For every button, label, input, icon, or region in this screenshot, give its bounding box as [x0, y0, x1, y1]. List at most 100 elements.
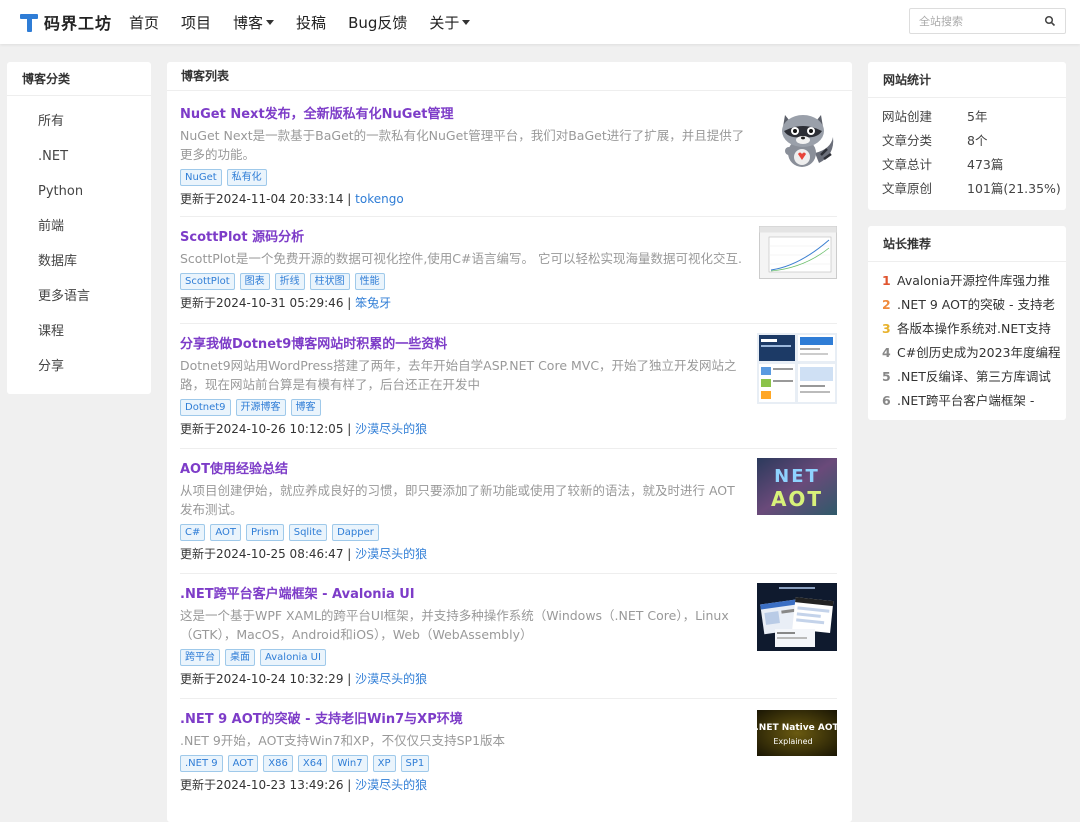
tag[interactable]: 折线 [274, 273, 305, 290]
tag[interactable]: 柱状图 [309, 273, 350, 290]
tag[interactable]: C# [180, 524, 206, 541]
tag[interactable]: Dotnet9 [180, 399, 231, 416]
tag[interactable]: AOT [227, 755, 259, 772]
post-meta: 更新于2024-10-31 05:29:46 | 笨兔牙 [180, 294, 837, 311]
nav-blog[interactable]: 博客 [233, 12, 275, 33]
tag[interactable]: NuGet [180, 169, 222, 186]
net-native-aot-thumbnail[interactable]: .NET Native AOT Explained [757, 710, 837, 756]
tag[interactable]: Sqlite [288, 524, 328, 541]
tag[interactable]: Win7 [332, 755, 368, 772]
tag[interactable]: Avalonia UI [260, 649, 326, 666]
nav-submit[interactable]: 投稿 [296, 12, 326, 33]
category-item-database[interactable]: 数据库 [7, 244, 151, 279]
blog-list-title: 博客列表 [167, 62, 852, 91]
search-icon[interactable] [1044, 15, 1056, 27]
search-input[interactable] [910, 9, 1035, 33]
blog-post: .NET跨平台客户端框架 - Avalonia UI 这是一个基于WPF XAM… [180, 583, 837, 699]
tag[interactable]: 桌面 [225, 649, 255, 666]
post-author-link[interactable]: 笨兔牙 [355, 296, 391, 310]
post-title-link[interactable]: .NET跨平台客户端框架 - Avalonia UI [180, 583, 837, 602]
post-author-link[interactable]: 沙漠尽头的狼 [355, 547, 427, 561]
recommend-item[interactable]: 5 .NET反编译、第三方库调试 [868, 365, 1066, 389]
tag[interactable]: X86 [263, 755, 293, 772]
stat-row: 文章总计 473篇 [868, 153, 1066, 177]
post-summary: 从项目创建伊始，就应养成良好的习惯，即只要添加了新功能或使用了较新的语法，就及时… [180, 483, 735, 517]
recommend-item[interactable]: 4 C#创历史成为2023年度编程 [868, 341, 1066, 365]
stat-key: 文章分类 [882, 133, 933, 148]
tag[interactable]: AOT [210, 524, 242, 541]
recommend-item[interactable]: 3 各版本操作系统对.NET支持 [868, 317, 1066, 341]
tag[interactable]: .NET 9 [180, 755, 223, 772]
tag[interactable]: XP [372, 755, 396, 772]
rank-number: 5 [882, 369, 891, 384]
nav-label: 关于 [429, 13, 460, 32]
tag[interactable]: 跨平台 [180, 649, 220, 666]
nav-label: Bug反馈 [348, 13, 408, 32]
main-nav: 首页 项目 博客 投稿 Bug反馈 关于 [129, 0, 492, 44]
tag[interactable]: 博客 [290, 399, 321, 416]
post-title-link[interactable]: 分享我做Dotnet9博客网站时积累的一些资料 [180, 333, 837, 352]
recommend-item[interactable]: 1 Avalonia开源控件库强力推 [868, 269, 1066, 293]
thumb-caption-line1: .NET Native AOT [757, 723, 837, 733]
blog-list-panel: 博客列表 NuGet Next发布，全新版私有化NuGet管理 NuGet Ne… [167, 62, 852, 822]
category-item-more-languages[interactable]: 更多语言 [7, 279, 151, 314]
nav-bug-report[interactable]: Bug反馈 [348, 12, 407, 33]
post-title-link[interactable]: AOT使用经验总结 [180, 458, 837, 477]
category-item-python[interactable]: Python [7, 174, 151, 209]
post-title-link[interactable]: ScottPlot 源码分析 [180, 226, 837, 245]
recommend-item[interactable]: 6 .NET跨平台客户端框架 - [868, 389, 1066, 413]
tag[interactable]: Prism [246, 524, 284, 541]
site-logo[interactable]: 码界工坊 [20, 10, 112, 34]
nav-label: 博客 [233, 13, 264, 32]
tag[interactable]: ScottPlot [180, 273, 235, 290]
post-author-link[interactable]: 沙漠尽头的狼 [355, 672, 427, 686]
post-updated: 更新于2024-10-25 08:46:47 | [180, 547, 352, 561]
site-search [909, 8, 1066, 34]
rank-number: 6 [882, 393, 891, 408]
nav-about[interactable]: 关于 [429, 12, 471, 33]
site-stats-panel: 网站统计 网站创建 5年 文章分类 8个 文章总计 473篇 文章原创 101篇(21.… [868, 62, 1066, 210]
tag[interactable]: 性能 [354, 273, 385, 290]
line-plot-thumbnail[interactable] [759, 226, 837, 279]
recommend-item[interactable]: 2 .NET 9 AOT的突破 - 支持老 [868, 293, 1066, 317]
tag[interactable]: Dapper [332, 524, 379, 541]
tag[interactable]: SP1 [400, 755, 430, 772]
category-item-share[interactable]: 分享 [7, 349, 151, 384]
net-aot-thumbnail[interactable]: NET AOT [757, 458, 837, 515]
stat-row: 文章原创 101篇(21.35%) [868, 177, 1066, 201]
tag[interactable]: 私有化 [226, 169, 267, 186]
stat-value: 8个 [967, 133, 988, 148]
raccoon-mascot-thumbnail[interactable] [771, 107, 837, 171]
recommend-panel: 站长推荐 1 Avalonia开源控件库强力推 2 .NET 9 AOT的突破 - … [868, 226, 1066, 420]
post-meta: 更新于2024-10-26 10:12:05 | 沙漠尽头的狼 [180, 420, 837, 437]
rank-number: 4 [882, 345, 891, 360]
website-screens-thumbnail[interactable] [757, 333, 837, 404]
nav-projects[interactable]: 项目 [181, 12, 211, 33]
stat-key: 网站创建 [882, 109, 933, 124]
post-summary: Dotnet9网站用WordPress搭建了两年，去年开始自学ASP.NET C… [180, 358, 737, 392]
post-author-link[interactable]: tokengo [355, 192, 404, 206]
post-updated: 更新于2024-10-26 10:12:05 | [180, 422, 352, 436]
stat-value: 5年 [967, 109, 988, 124]
post-title-link[interactable]: .NET 9 AOT的突破 - 支持老旧Win7与XP环境 [180, 708, 837, 727]
stat-value: 473篇 [967, 157, 1004, 172]
nav-label: 项目 [181, 13, 212, 32]
post-title-link[interactable]: NuGet Next发布，全新版私有化NuGet管理 [180, 103, 837, 122]
post-author-link[interactable]: 沙漠尽头的狼 [355, 422, 427, 436]
category-item-frontend[interactable]: 前端 [7, 209, 151, 244]
nav-home[interactable]: 首页 [129, 12, 159, 33]
tag[interactable]: X64 [297, 755, 328, 772]
post-author-link[interactable]: 沙漠尽头的狼 [355, 778, 427, 792]
post-meta: 更新于2024-10-24 10:32:29 | 沙漠尽头的狼 [180, 670, 837, 687]
thumb-caption-line2: Explained [773, 737, 812, 746]
tag[interactable]: 开源博客 [235, 399, 286, 416]
category-item-dotnet[interactable]: .NET [7, 139, 151, 174]
category-item-courses[interactable]: 课程 [7, 314, 151, 349]
post-tags: NuGet 私有化 [180, 169, 837, 186]
category-item-all[interactable]: 所有 [7, 104, 151, 139]
recommend-item-title: Avalonia开源控件库强力推 [897, 273, 1051, 288]
tag[interactable]: 图表 [239, 273, 270, 290]
post-summary: 这是一个基于WPF XAML的跨平台UI框架，并支持多种操作系统（Windows… [180, 608, 729, 642]
avalonia-screens-thumbnail[interactable] [757, 583, 837, 651]
blog-post: .NET 9 AOT的突破 - 支持老旧Win7与XP环境 .NET 9开始，A… [180, 708, 837, 808]
